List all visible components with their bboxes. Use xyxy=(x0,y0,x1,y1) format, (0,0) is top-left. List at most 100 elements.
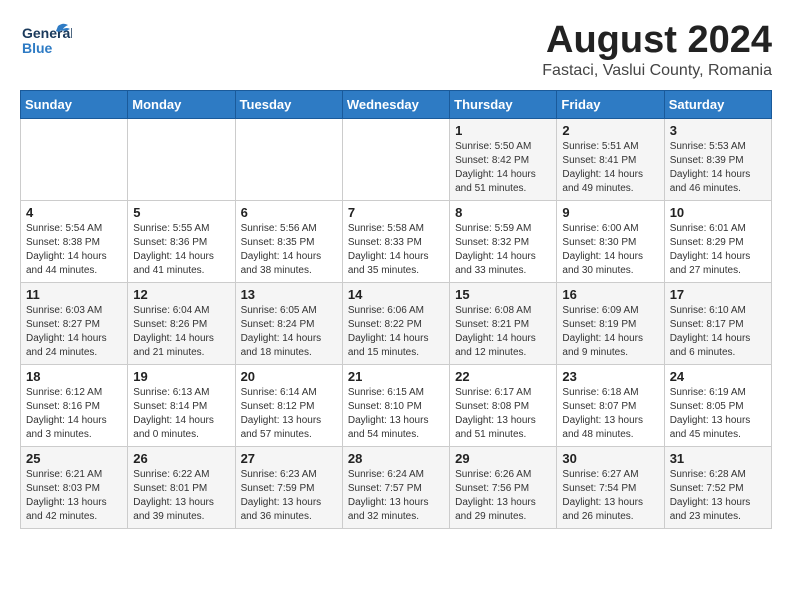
day-info: Sunrise: 6:06 AM Sunset: 8:22 PM Dayligh… xyxy=(348,304,444,360)
day-number: 6 xyxy=(241,205,337,220)
calendar-cell: 29Sunrise: 6:26 AM Sunset: 7:56 PM Dayli… xyxy=(450,446,557,528)
day-header-tuesday: Tuesday xyxy=(235,90,342,118)
calendar-cell: 2 Sunrise: 5:51 AM Sunset: 8:41 PM Daylig… xyxy=(557,118,664,200)
day-info: Sunrise: 6:19 AM Sunset: 8:05 PM Dayligh… xyxy=(670,386,766,442)
day-number: 21 xyxy=(348,369,444,384)
day-number: 24 xyxy=(670,369,766,384)
day-number: 18 xyxy=(26,369,122,384)
calendar-cell: 16Sunrise: 6:09 AM Sunset: 8:19 PM Dayli… xyxy=(557,282,664,364)
calendar-cell: 17Sunrise: 6:10 AM Sunset: 8:17 PM Dayli… xyxy=(664,282,771,364)
day-info: Sunrise: 6:14 AM Sunset: 8:12 PM Dayligh… xyxy=(241,386,337,442)
day-number: 7 xyxy=(348,205,444,220)
day-number: 4 xyxy=(26,205,122,220)
calendar-table: SundayMondayTuesdayWednesdayThursdayFrid… xyxy=(20,90,772,529)
day-info: Sunrise: 6:28 AM Sunset: 7:52 PM Dayligh… xyxy=(670,468,766,524)
calendar-cell: 7 Sunrise: 5:58 AM Sunset: 8:33 PM Daylig… xyxy=(342,200,449,282)
day-number: 29 xyxy=(455,451,551,466)
calendar-cell: 13 Sunrise: 6:05 AM Sunset: 8:24 PM Dayli… xyxy=(235,282,342,364)
day-number: 8 xyxy=(455,205,551,220)
day-info: Sunrise: 6:12 AM Sunset: 8:16 PM Dayligh… xyxy=(26,386,122,442)
day-info: Sunrise: 6:22 AM Sunset: 8:01 PM Dayligh… xyxy=(133,468,229,524)
day-info: Sunrise: 6:01 AM Sunset: 8:29 PM Dayligh… xyxy=(670,222,766,278)
calendar-cell: 14 Sunrise: 6:06 AM Sunset: 8:22 PM Dayli… xyxy=(342,282,449,364)
day-header-friday: Friday xyxy=(557,90,664,118)
calendar-cell: 20 Sunrise: 6:14 AM Sunset: 8:12 PM Dayli… xyxy=(235,364,342,446)
day-number: 9 xyxy=(562,205,658,220)
day-info: Sunrise: 6:18 AM Sunset: 8:07 PM Dayligh… xyxy=(562,386,658,442)
day-info: Sunrise: 6:15 AM Sunset: 8:10 PM Dayligh… xyxy=(348,386,444,442)
day-number: 22 xyxy=(455,369,551,384)
day-number: 19 xyxy=(133,369,229,384)
day-info: Sunrise: 6:13 AM Sunset: 8:14 PM Dayligh… xyxy=(133,386,229,442)
day-number: 27 xyxy=(241,451,337,466)
day-number: 17 xyxy=(670,287,766,302)
location-subtitle: Fastaci, Vaslui County, Romania xyxy=(542,62,772,80)
day-info: Sunrise: 6:27 AM Sunset: 7:54 PM Dayligh… xyxy=(562,468,658,524)
day-info: Sunrise: 6:05 AM Sunset: 8:24 PM Dayligh… xyxy=(241,304,337,360)
day-number: 26 xyxy=(133,451,229,466)
day-header-thursday: Thursday xyxy=(450,90,557,118)
calendar-cell: 27Sunrise: 6:23 AM Sunset: 7:59 PM Dayli… xyxy=(235,446,342,528)
calendar-cell: 12Sunrise: 6:04 AM Sunset: 8:26 PM Dayli… xyxy=(128,282,235,364)
calendar-cell: 21 Sunrise: 6:15 AM Sunset: 8:10 PM Dayli… xyxy=(342,364,449,446)
day-header-wednesday: Wednesday xyxy=(342,90,449,118)
header: General Blue August 2024 Fastaci, Vaslui… xyxy=(20,20,772,80)
calendar-cell: 1 Sunrise: 5:50 AM Sunset: 8:42 PM Daylig… xyxy=(450,118,557,200)
days-header-row: SundayMondayTuesdayWednesdayThursdayFrid… xyxy=(21,90,772,118)
calendar-cell: 25Sunrise: 6:21 AM Sunset: 8:03 PM Dayli… xyxy=(21,446,128,528)
calendar-cell: 22 Sunrise: 6:17 AM Sunset: 8:08 PM Dayli… xyxy=(450,364,557,446)
calendar-cell xyxy=(21,118,128,200)
day-header-saturday: Saturday xyxy=(664,90,771,118)
day-number: 3 xyxy=(670,123,766,138)
calendar-cell: 19 Sunrise: 6:13 AM Sunset: 8:14 PM Dayli… xyxy=(128,364,235,446)
day-header-monday: Monday xyxy=(128,90,235,118)
calendar-cell: 6 Sunrise: 5:56 AM Sunset: 8:35 PM Daylig… xyxy=(235,200,342,282)
week-row-2: 4 Sunrise: 5:54 AM Sunset: 8:38 PM Daylig… xyxy=(21,200,772,282)
day-number: 1 xyxy=(455,123,551,138)
svg-text:Blue: Blue xyxy=(22,40,53,56)
day-info: Sunrise: 5:58 AM Sunset: 8:33 PM Dayligh… xyxy=(348,222,444,278)
day-number: 14 xyxy=(348,287,444,302)
day-number: 11 xyxy=(26,287,122,302)
calendar-cell: 9 Sunrise: 6:00 AM Sunset: 8:30 PM Daylig… xyxy=(557,200,664,282)
calendar-cell xyxy=(128,118,235,200)
calendar-cell: 26 Sunrise: 6:22 AM Sunset: 8:01 PM Dayli… xyxy=(128,446,235,528)
week-row-3: 11 Sunrise: 6:03 AM Sunset: 8:27 PM Dayli… xyxy=(21,282,772,364)
day-number: 31 xyxy=(670,451,766,466)
day-info: Sunrise: 6:21 AM Sunset: 8:03 PM Dayligh… xyxy=(26,468,122,524)
calendar-cell: 11 Sunrise: 6:03 AM Sunset: 8:27 PM Dayli… xyxy=(21,282,128,364)
calendar-cell xyxy=(235,118,342,200)
day-info: Sunrise: 5:59 AM Sunset: 8:32 PM Dayligh… xyxy=(455,222,551,278)
calendar-cell: 31 Sunrise: 6:28 AM Sunset: 7:52 PM Dayli… xyxy=(664,446,771,528)
calendar-cell: 24 Sunrise: 6:19 AM Sunset: 8:05 PM Dayli… xyxy=(664,364,771,446)
day-number: 15 xyxy=(455,287,551,302)
day-header-sunday: Sunday xyxy=(21,90,128,118)
day-info: Sunrise: 6:04 AM Sunset: 8:26 PM Dayligh… xyxy=(133,304,229,360)
calendar-cell xyxy=(342,118,449,200)
svg-text:General: General xyxy=(22,25,72,41)
day-number: 2 xyxy=(562,123,658,138)
day-info: Sunrise: 5:51 AM Sunset: 8:41 PM Dayligh… xyxy=(562,140,658,196)
calendar-cell: 18 Sunrise: 6:12 AM Sunset: 8:16 PM Dayli… xyxy=(21,364,128,446)
day-info: Sunrise: 5:54 AM Sunset: 8:38 PM Dayligh… xyxy=(26,222,122,278)
day-info: Sunrise: 6:17 AM Sunset: 8:08 PM Dayligh… xyxy=(455,386,551,442)
day-info: Sunrise: 5:50 AM Sunset: 8:42 PM Dayligh… xyxy=(455,140,551,196)
calendar-cell: 30 Sunrise: 6:27 AM Sunset: 7:54 PM Dayli… xyxy=(557,446,664,528)
day-info: Sunrise: 5:55 AM Sunset: 8:36 PM Dayligh… xyxy=(133,222,229,278)
day-info: Sunrise: 6:00 AM Sunset: 8:30 PM Dayligh… xyxy=(562,222,658,278)
day-number: 23 xyxy=(562,369,658,384)
day-number: 20 xyxy=(241,369,337,384)
calendar-cell: 4 Sunrise: 5:54 AM Sunset: 8:38 PM Daylig… xyxy=(21,200,128,282)
title-block: August 2024 Fastaci, Vaslui County, Roma… xyxy=(542,20,772,80)
day-info: Sunrise: 5:56 AM Sunset: 8:35 PM Dayligh… xyxy=(241,222,337,278)
calendar-cell: 10 Sunrise: 6:01 AM Sunset: 8:29 PM Dayli… xyxy=(664,200,771,282)
calendar-cell: 23 Sunrise: 6:18 AM Sunset: 8:07 PM Dayli… xyxy=(557,364,664,446)
calendar-cell: 3Sunrise: 5:53 AM Sunset: 8:39 PM Daylig… xyxy=(664,118,771,200)
day-number: 30 xyxy=(562,451,658,466)
week-row-4: 18 Sunrise: 6:12 AM Sunset: 8:16 PM Dayli… xyxy=(21,364,772,446)
day-number: 28 xyxy=(348,451,444,466)
day-info: Sunrise: 6:03 AM Sunset: 8:27 PM Dayligh… xyxy=(26,304,122,360)
day-number: 13 xyxy=(241,287,337,302)
day-number: 10 xyxy=(670,205,766,220)
calendar-cell: 15Sunrise: 6:08 AM Sunset: 8:21 PM Dayli… xyxy=(450,282,557,364)
